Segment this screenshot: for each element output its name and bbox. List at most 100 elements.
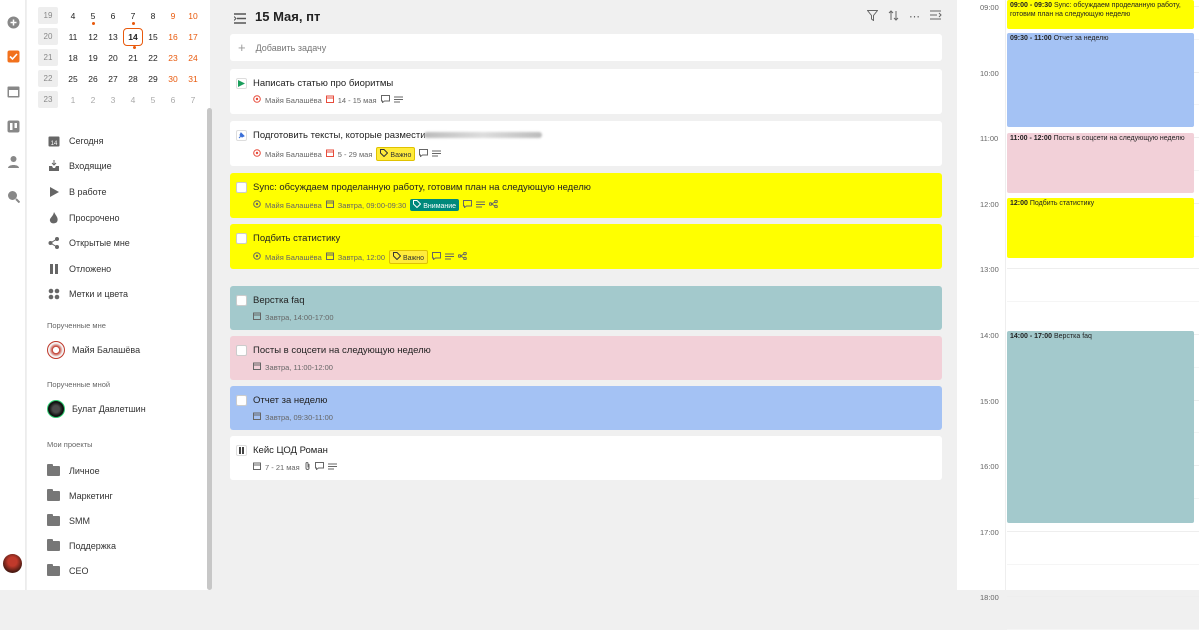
calendar-day[interactable]: 18 <box>63 53 83 63</box>
calendar-day[interactable]: 29 <box>143 74 163 84</box>
calendar-day[interactable]: 15 <box>143 32 163 42</box>
user-avatar[interactable] <box>3 554 22 573</box>
calendar-day[interactable]: 26 <box>83 74 103 84</box>
task-card[interactable]: Кейс ЦОД Роман 7 - 21 мая <box>230 436 942 480</box>
calendar-day[interactable]: 30 <box>163 74 183 84</box>
calendar-day[interactable]: 25 <box>63 74 83 84</box>
calendar-day[interactable]: 5 <box>83 11 103 25</box>
task-card[interactable]: Написать статью про биоритмы Майя Балашёв… <box>230 69 942 114</box>
description-icon <box>476 201 486 210</box>
calendar-day[interactable]: 23 <box>163 53 183 63</box>
pause-status-icon[interactable] <box>236 445 247 456</box>
calendar-day[interactable]: 10 <box>183 11 203 21</box>
timeline-event[interactable]: 14:00 - 17:00 Верстка faq <box>1007 331 1194 523</box>
comment-icon <box>314 462 324 472</box>
add-task-input[interactable]: + Добавить задачу <box>230 34 942 61</box>
task-meta: Майя Балашёва Завтра, 09:00-09:30 Внимание <box>253 199 498 211</box>
task-card[interactable]: Посты в соцсети на следующую неделю Завтр… <box>230 336 942 380</box>
sidebar-item[interactable]: В работе <box>47 179 130 205</box>
calendar-day[interactable]: 1 <box>63 95 83 105</box>
task-checkbox[interactable] <box>236 295 247 306</box>
search-icon[interactable] <box>6 189 20 203</box>
sidebar-item[interactable]: Просрочено <box>47 205 130 231</box>
task-checkbox[interactable] <box>236 345 247 356</box>
half-hour-line <box>1007 563 1199 565</box>
tag-badge[interactable]: Важно <box>376 147 416 161</box>
calendar-day[interactable]: 13 <box>103 32 123 42</box>
task-title: Подбить статистику <box>253 233 341 244</box>
task-card[interactable]: Отчет за неделю Завтра, 09:30-11:00 <box>230 386 942 430</box>
calendar-day[interactable]: 4 <box>63 11 83 21</box>
tag-badge[interactable]: Внимание <box>410 199 460 211</box>
sidebar-item[interactable]: Открытые мне <box>47 230 130 256</box>
project-item[interactable]: SMM <box>47 508 116 533</box>
task-card[interactable]: Подготовить тексты, которые размести Майя… <box>230 121 942 166</box>
calendar-day[interactable]: 28 <box>123 74 143 84</box>
timeline-event[interactable]: 09:30 - 11:00 Отчет за неделю <box>1007 33 1194 127</box>
project-item[interactable]: Личное <box>47 458 116 483</box>
task-card[interactable]: Подбить статистику Майя Балашёва Завтра, 1… <box>230 224 942 269</box>
redacted-text <box>423 132 542 139</box>
sort-icon[interactable] <box>888 10 899 24</box>
calendar-day[interactable]: 24 <box>183 53 203 63</box>
project-item[interactable]: Маркетинг <box>47 483 116 508</box>
calendar-day[interactable]: 6 <box>163 95 183 105</box>
projects-list: Личное Маркетинг SMM Поддержка CEO <box>47 458 116 583</box>
calendar-day[interactable]: 7 <box>183 95 203 105</box>
calendar-day[interactable]: 14 <box>123 27 143 49</box>
calendar-day[interactable]: 31 <box>183 74 203 84</box>
task-checkbox[interactable] <box>236 233 247 244</box>
board-icon[interactable] <box>6 119 20 133</box>
calendar-day[interactable]: 22 <box>143 53 163 63</box>
sidebar-item[interactable]: Отложено <box>47 256 130 282</box>
task-meta: 7 - 21 мая <box>253 462 337 472</box>
task-card[interactable]: Верстка faq Завтра, 14:00-17:00 <box>230 286 942 330</box>
project-item[interactable]: Поддержка <box>47 533 116 558</box>
task-author: Майя Балашёва <box>265 252 322 262</box>
calendar-day[interactable]: 20 <box>103 53 123 63</box>
more-icon[interactable]: ⋯ <box>909 10 920 24</box>
task-header: 15 Мая, пт ⋯ <box>230 0 942 33</box>
author-icon <box>253 200 261 210</box>
calendar-day[interactable]: 3 <box>103 95 123 105</box>
calendar-day[interactable]: 7 <box>123 11 143 25</box>
task-checkbox[interactable] <box>236 395 247 406</box>
calendar-day[interactable]: 16 <box>163 32 183 42</box>
add-icon[interactable] <box>6 15 20 29</box>
sidebar-item[interactable]: Входящие <box>47 154 130 180</box>
calendar-day[interactable]: 12 <box>83 32 103 42</box>
assigned-to-me-person[interactable]: Майя Балашёва <box>47 341 140 359</box>
sidebar-item[interactable]: 14 Сегодня <box>47 128 130 154</box>
user-icon[interactable] <box>6 154 20 168</box>
play-status-icon[interactable] <box>236 78 247 89</box>
calendar-day[interactable]: 17 <box>183 32 203 42</box>
event-time: 09:30 - 11:00 <box>1010 35 1052 42</box>
calendar-day[interactable]: 11 <box>63 32 83 42</box>
task-card[interactable]: Sync: обсуждаем проделанную работу, гото… <box>230 173 942 218</box>
calendar-day[interactable]: 6 <box>103 11 123 21</box>
calendar-day[interactable]: 9 <box>163 11 183 21</box>
align-icon[interactable] <box>930 10 942 24</box>
assigned-by-me-person[interactable]: Булат Давлетшин <box>47 400 146 418</box>
calendar-day[interactable]: 21 <box>123 53 143 63</box>
sidebar-scrollbar[interactable] <box>207 108 212 590</box>
pin-status-icon[interactable] <box>236 130 247 141</box>
filter-icon[interactable] <box>866 10 879 24</box>
task-checkbox[interactable] <box>236 182 247 193</box>
collapse-menu-icon[interactable] <box>233 11 248 29</box>
timeline-event[interactable]: 11:00 - 12:00 Посты в соцсети на следующ… <box>1007 133 1194 193</box>
calendar-icon[interactable] <box>6 84 20 98</box>
calendar-day[interactable]: 2 <box>83 95 103 105</box>
calendar-day[interactable]: 4 <box>123 95 143 105</box>
sidebar-item[interactable]: Метки и цвета <box>47 282 130 308</box>
calendar-day[interactable]: 19 <box>83 53 103 63</box>
project-item[interactable]: CEO <box>47 558 116 583</box>
calendar-day[interactable]: 27 <box>103 74 123 84</box>
tag-badge[interactable]: Важно <box>388 250 428 264</box>
timeline-event[interactable]: 09:00 - 09:30 Sync: обсуждаем проделанну… <box>1007 0 1194 29</box>
tasks-icon[interactable] <box>6 49 20 63</box>
calendar-day[interactable]: 5 <box>143 95 163 105</box>
calendar-day[interactable]: 8 <box>143 11 163 21</box>
timeline-event[interactable]: 12:00 Подбить статистику <box>1007 198 1194 258</box>
calendar-icon <box>325 252 334 262</box>
